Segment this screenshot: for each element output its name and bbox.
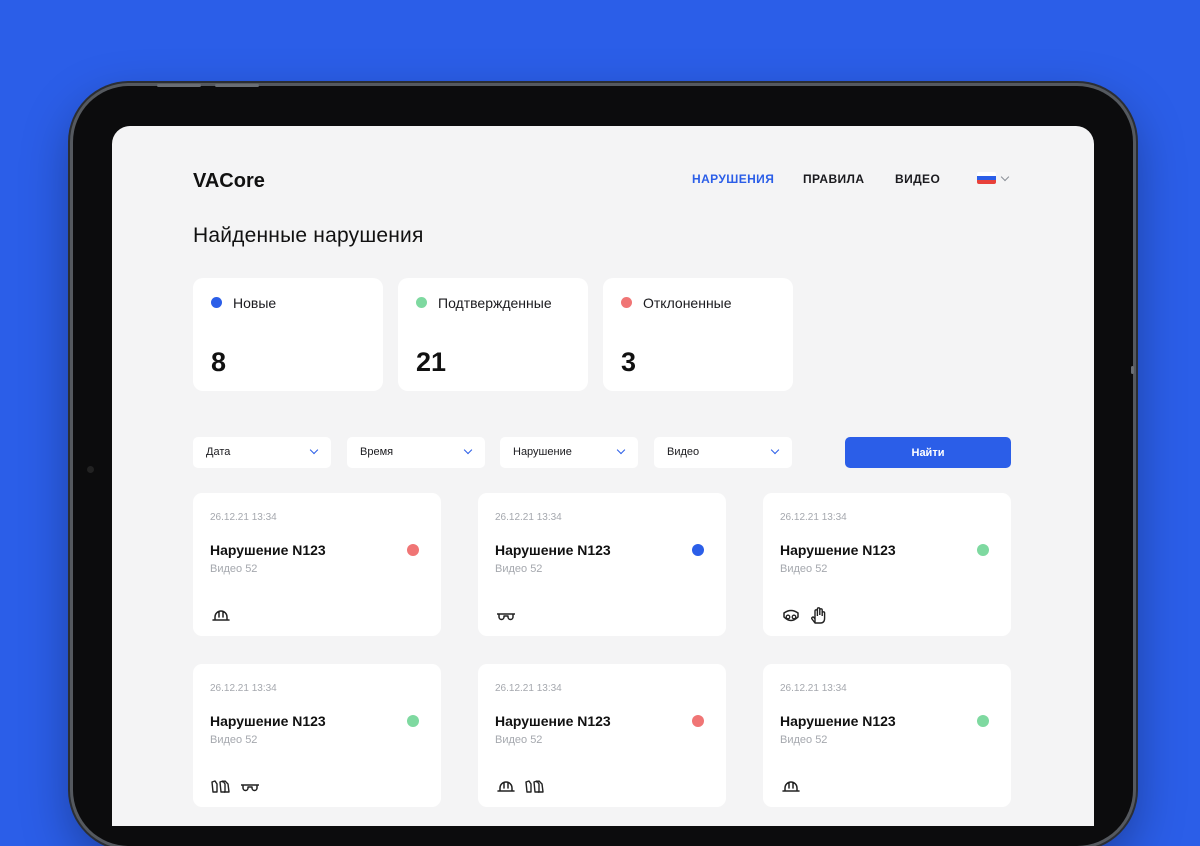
violation-date: 26.12.21 13:34 bbox=[495, 512, 562, 523]
violation-title: Нарушение N123 bbox=[495, 542, 611, 558]
violation-card[interactable]: 26.12.21 13:34 Нарушение N123 Видео 52 bbox=[193, 664, 441, 807]
status-dot-rejected bbox=[621, 297, 632, 308]
status-dot bbox=[407, 544, 419, 556]
stat-card-new: Новые 8 bbox=[193, 278, 383, 391]
stat-label: Отклоненные bbox=[643, 295, 732, 311]
goggles-icon bbox=[239, 776, 261, 796]
chevron-down-icon bbox=[463, 445, 473, 455]
violation-title: Нарушение N123 bbox=[495, 713, 611, 729]
nav-rules[interactable]: ПРАВИЛА bbox=[803, 172, 864, 186]
status-dot bbox=[692, 715, 704, 727]
stat-count: 3 bbox=[621, 347, 637, 377]
stat-label: Подтвержденные bbox=[438, 295, 552, 311]
violation-title: Нарушение N123 bbox=[210, 713, 326, 729]
violation-date: 26.12.21 13:34 bbox=[210, 683, 277, 694]
chevron-down-icon bbox=[1000, 172, 1010, 181]
filter-video[interactable]: Видео bbox=[654, 437, 792, 468]
filter-label: Видео bbox=[667, 446, 700, 458]
violation-card[interactable]: 26.12.21 13:34 Нарушение N123 Видео 52 bbox=[478, 664, 726, 807]
stat-label: Новые bbox=[233, 295, 277, 311]
violation-card[interactable]: 26.12.21 13:34 Нарушение N123 Видео 52 bbox=[763, 664, 1011, 807]
app-logo: VACore bbox=[193, 170, 265, 192]
filter-label: Дата bbox=[206, 446, 231, 458]
volume-button-bottom bbox=[215, 84, 259, 87]
filter-violation[interactable]: Нарушение bbox=[500, 437, 638, 468]
chevron-down-icon bbox=[770, 445, 780, 455]
ppe-icons bbox=[495, 605, 517, 625]
volume-button-top bbox=[157, 84, 201, 87]
filter-label: Время bbox=[360, 446, 394, 458]
chevron-down-icon bbox=[309, 445, 319, 455]
violation-video: Видео 52 bbox=[210, 734, 258, 746]
front-camera bbox=[87, 466, 94, 473]
filter-time[interactable]: Время bbox=[347, 437, 485, 468]
status-dot bbox=[692, 544, 704, 556]
status-dot bbox=[407, 715, 419, 727]
filter-label: Нарушение bbox=[513, 446, 572, 458]
ppe-icons bbox=[495, 776, 546, 796]
chevron-down-icon bbox=[616, 445, 626, 455]
russian-flag-icon bbox=[977, 172, 996, 184]
status-dot bbox=[977, 544, 989, 556]
violation-video: Видео 52 bbox=[495, 563, 543, 575]
violation-date: 26.12.21 13:34 bbox=[780, 512, 847, 523]
helmet-icon bbox=[210, 605, 232, 625]
ppe-icons bbox=[210, 605, 232, 625]
violation-card[interactable]: 26.12.21 13:34 Нарушение N123 Видео 52 bbox=[478, 493, 726, 636]
violation-video: Видео 52 bbox=[495, 734, 543, 746]
violation-video: Видео 52 bbox=[780, 734, 828, 746]
stat-card-rejected: Отклоненные 3 bbox=[603, 278, 793, 391]
violation-date: 26.12.21 13:34 bbox=[210, 512, 277, 523]
boots-icon bbox=[524, 776, 546, 796]
search-button[interactable]: Найти bbox=[845, 437, 1011, 468]
status-dot-new bbox=[211, 297, 222, 308]
violation-title: Нарушение N123 bbox=[210, 542, 326, 558]
stat-count: 8 bbox=[211, 347, 227, 377]
violation-date: 26.12.21 13:34 bbox=[780, 683, 847, 694]
violation-video: Видео 52 bbox=[210, 563, 258, 575]
language-selector[interactable] bbox=[977, 172, 1010, 184]
violation-video: Видео 52 bbox=[780, 563, 828, 575]
filter-date[interactable]: Дата bbox=[193, 437, 331, 468]
ppe-icons bbox=[210, 776, 261, 796]
violation-card[interactable]: 26.12.21 13:34 Нарушение N123 Видео 52 bbox=[193, 493, 441, 636]
stat-count: 21 bbox=[416, 347, 447, 377]
violation-title: Нарушение N123 bbox=[780, 542, 896, 558]
ppe-icons bbox=[780, 776, 802, 796]
goggles-icon bbox=[495, 605, 517, 625]
respirator-icon bbox=[780, 605, 802, 625]
ppe-icons bbox=[780, 605, 831, 625]
violation-title: Нарушение N123 bbox=[780, 713, 896, 729]
glove-icon bbox=[809, 605, 831, 625]
nav-violations[interactable]: НАРУШЕНИЯ bbox=[692, 172, 774, 186]
violation-card[interactable]: 26.12.21 13:34 Нарушение N123 Видео 52 bbox=[763, 493, 1011, 636]
violation-date: 26.12.21 13:34 bbox=[495, 683, 562, 694]
stat-card-confirmed: Подтвержденные 21 bbox=[398, 278, 588, 391]
app-screen: VACore НАРУШЕНИЯ ПРАВИЛА ВИДЕО Найденные… bbox=[112, 126, 1094, 826]
helmet-icon bbox=[780, 776, 802, 796]
status-dot bbox=[977, 715, 989, 727]
boots-icon bbox=[210, 776, 232, 796]
nav-video[interactable]: ВИДЕО bbox=[895, 172, 940, 186]
page-title: Найденные нарушения bbox=[193, 224, 424, 247]
side-button bbox=[1131, 366, 1134, 374]
helmet-icon bbox=[495, 776, 517, 796]
status-dot-confirmed bbox=[416, 297, 427, 308]
